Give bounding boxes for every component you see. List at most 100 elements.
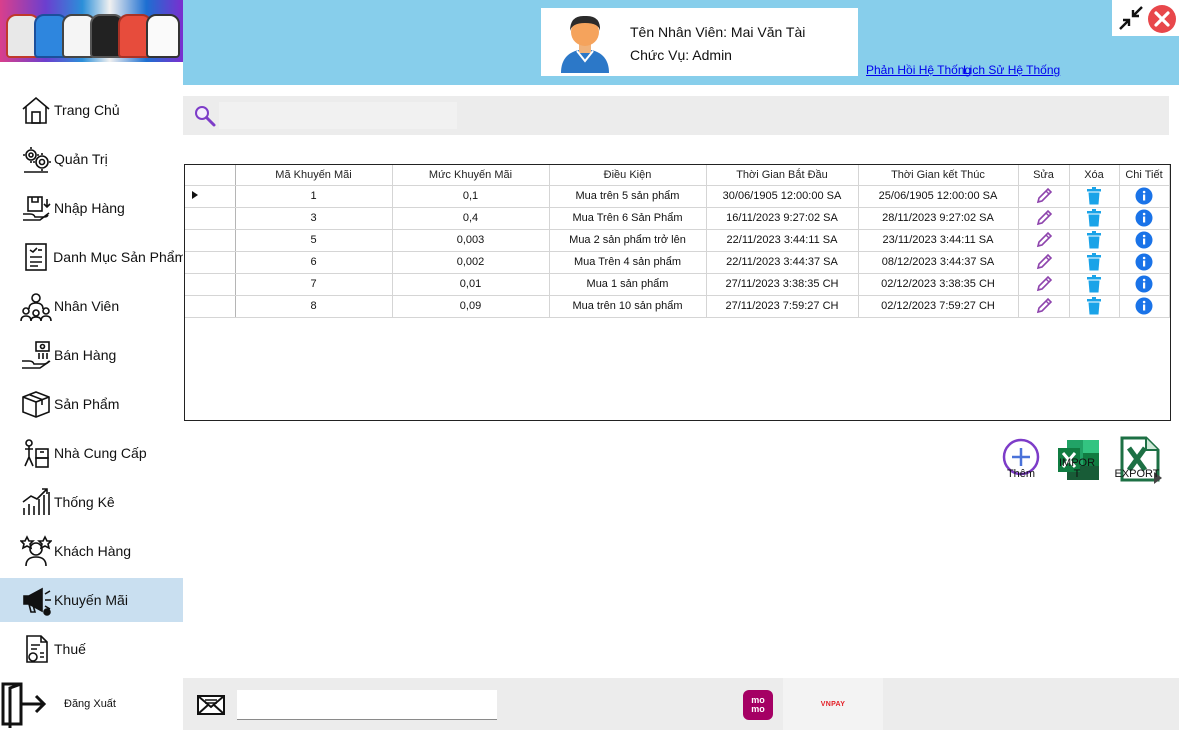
product-catalog-icon (19, 240, 52, 274)
detail-button[interactable] (1135, 231, 1153, 249)
detail-button[interactable] (1135, 187, 1153, 205)
sidebar-item-label: Sản Phẩm (54, 396, 120, 412)
row-header[interactable] (185, 295, 236, 318)
sidebar-item-9[interactable]: Thống Kê (0, 480, 183, 524)
delete-button[interactable] (1086, 231, 1102, 249)
search-icon[interactable] (193, 104, 217, 128)
momo-payment-button[interactable]: mo mo (743, 690, 773, 720)
logout-button[interactable]: Đăng Xuất (0, 678, 183, 730)
table-cell: 27/11/2023 3:38:35 CH (706, 273, 859, 296)
table-row[interactable]: 6 0,002 Mua Trên 4 sản phẩm 22/11/2023 3:44… (185, 251, 1170, 274)
sidebar-item-11[interactable]: Khuyến Mãi (0, 578, 183, 622)
product-box-icon (19, 387, 53, 421)
delete-button[interactable] (1086, 187, 1102, 205)
table-cell: 5 (235, 229, 393, 252)
detail-button-cell (1119, 185, 1170, 208)
edit-pencil-icon (1035, 275, 1053, 293)
sidebar-item-5[interactable]: Nhân Viên (0, 284, 183, 328)
detail-button[interactable] (1135, 253, 1153, 271)
edit-button-cell (1018, 207, 1070, 230)
add-promotion-button[interactable]: Thêm (1000, 438, 1042, 480)
edit-button[interactable] (1035, 275, 1053, 293)
customers-icon (19, 534, 53, 568)
column-header[interactable]: Mã Khuyến Mãi (235, 165, 393, 186)
row-header[interactable] (185, 185, 236, 208)
sidebar-item-7[interactable]: Sản Phẩm (0, 382, 183, 426)
row-header[interactable] (185, 273, 236, 296)
sidebar-item-10[interactable]: Khách Hàng (0, 529, 183, 573)
table-cell: Mua Trên 6 Sản Phẩm (549, 207, 707, 230)
export-excel-button[interactable]: EXPORT (1114, 436, 1164, 486)
table-row[interactable]: 8 0,09 Mua trên 10 sản phẩm 27/11/2023 7:59… (185, 295, 1170, 318)
sidebar-item-label: Thống Kê (54, 494, 115, 510)
detail-button[interactable] (1135, 209, 1153, 227)
sidebar-item-12[interactable]: Thuế (0, 627, 183, 671)
column-header[interactable]: Điều Kiện (549, 165, 707, 186)
edit-button[interactable] (1035, 209, 1053, 227)
edit-button-cell (1018, 273, 1070, 296)
table-row[interactable]: 1 0,1 Mua trên 5 sản phẩm 30/06/1905 12:00:… (185, 185, 1170, 208)
trash-icon (1086, 297, 1102, 315)
detail-button[interactable] (1135, 275, 1153, 293)
message-input[interactable] (237, 690, 497, 720)
edit-button-cell (1018, 251, 1070, 274)
row-header[interactable] (185, 251, 236, 274)
sidebar-item-3[interactable]: Nhập Hàng (0, 186, 183, 230)
minimize-arrows-icon[interactable] (1116, 3, 1146, 33)
edit-button[interactable] (1035, 187, 1053, 205)
detail-button[interactable] (1135, 297, 1153, 315)
avatar (561, 15, 609, 73)
statistics-icon (19, 485, 53, 519)
delete-button[interactable] (1086, 253, 1102, 271)
vnpay-payment-button[interactable]: VNPAY (783, 678, 883, 730)
delete-button[interactable] (1086, 209, 1102, 227)
home-icon (19, 93, 53, 127)
sidebar-item-label: Quản Trị (54, 151, 108, 167)
table-cell: Mua 2 sản phẩm trở lên (549, 229, 707, 252)
column-header[interactable]: Sửa (1018, 165, 1070, 186)
delete-button-cell (1069, 251, 1120, 274)
trash-icon (1086, 209, 1102, 227)
selected-row-arrow-icon (192, 190, 198, 202)
import-label: IMPORT (1058, 457, 1096, 480)
sidebar: Trang Chủ Quản Trị Nhập Hàng Danh Mục Sản P… (0, 0, 183, 730)
delete-button[interactable] (1086, 297, 1102, 315)
close-icon[interactable] (1147, 4, 1177, 34)
info-icon (1135, 275, 1153, 293)
column-header[interactable]: Chi Tiết (1119, 165, 1170, 186)
delete-button[interactable] (1086, 275, 1102, 293)
table-row[interactable]: 7 0,01 Mua 1 sản phẩm 27/11/2023 3:38:35 CH… (185, 273, 1170, 296)
table-row[interactable]: 5 0,003 Mua 2 sản phẩm trở lên 22/11/2023 3… (185, 229, 1170, 252)
sidebar-item-2[interactable]: Quản Trị (0, 137, 183, 181)
table-cell: 28/11/2023 9:27:02 SA (858, 207, 1019, 230)
sidebar-item-8[interactable]: Nhà Cung Cấp (0, 431, 183, 475)
column-header[interactable]: Thời Gian Bắt Đầu (706, 165, 859, 186)
column-header[interactable]: Thời Gian kết Thúc (858, 165, 1019, 186)
sidebar-item-label: Danh Mục Sản Phẩm (53, 249, 183, 265)
row-header[interactable] (185, 229, 236, 252)
sidebar-item-4[interactable]: Danh Mục Sản Phẩm (0, 235, 183, 279)
mail-icon[interactable] (197, 692, 225, 716)
info-icon (1135, 297, 1153, 315)
sidebar-item-6[interactable]: Bán Hàng (0, 333, 183, 377)
sidebar-item-1[interactable]: Trang Chủ (0, 88, 183, 132)
edit-button-cell (1018, 229, 1070, 252)
column-header[interactable]: Mức Khuyến Mãi (392, 165, 550, 186)
employee-role: Chức Vụ: Admin (630, 47, 732, 63)
edit-button[interactable] (1035, 253, 1053, 271)
search-bar (183, 96, 1169, 135)
history-link[interactable]: Lịch Sử Hệ Thống (963, 63, 1060, 77)
table-row[interactable]: 3 0,4 Mua Trên 6 Sản Phẩm 16/11/2023 9:27:0… (185, 207, 1170, 230)
edit-button[interactable] (1035, 297, 1053, 315)
momo-label: mo mo (751, 695, 765, 714)
column-header[interactable]: Xóa (1069, 165, 1120, 186)
row-header[interactable] (185, 207, 236, 230)
import-excel-button[interactable]: IMPORT (1055, 438, 1103, 484)
detail-button-cell (1119, 251, 1170, 274)
search-input[interactable] (219, 102, 457, 129)
table-cell: 08/12/2023 3:44:37 SA (858, 251, 1019, 274)
feedback-link[interactable]: Phản Hồi Hệ Thống (866, 63, 971, 77)
table-cell: 1 (235, 185, 393, 208)
edit-button[interactable] (1035, 231, 1053, 249)
detail-button-cell (1119, 273, 1170, 296)
